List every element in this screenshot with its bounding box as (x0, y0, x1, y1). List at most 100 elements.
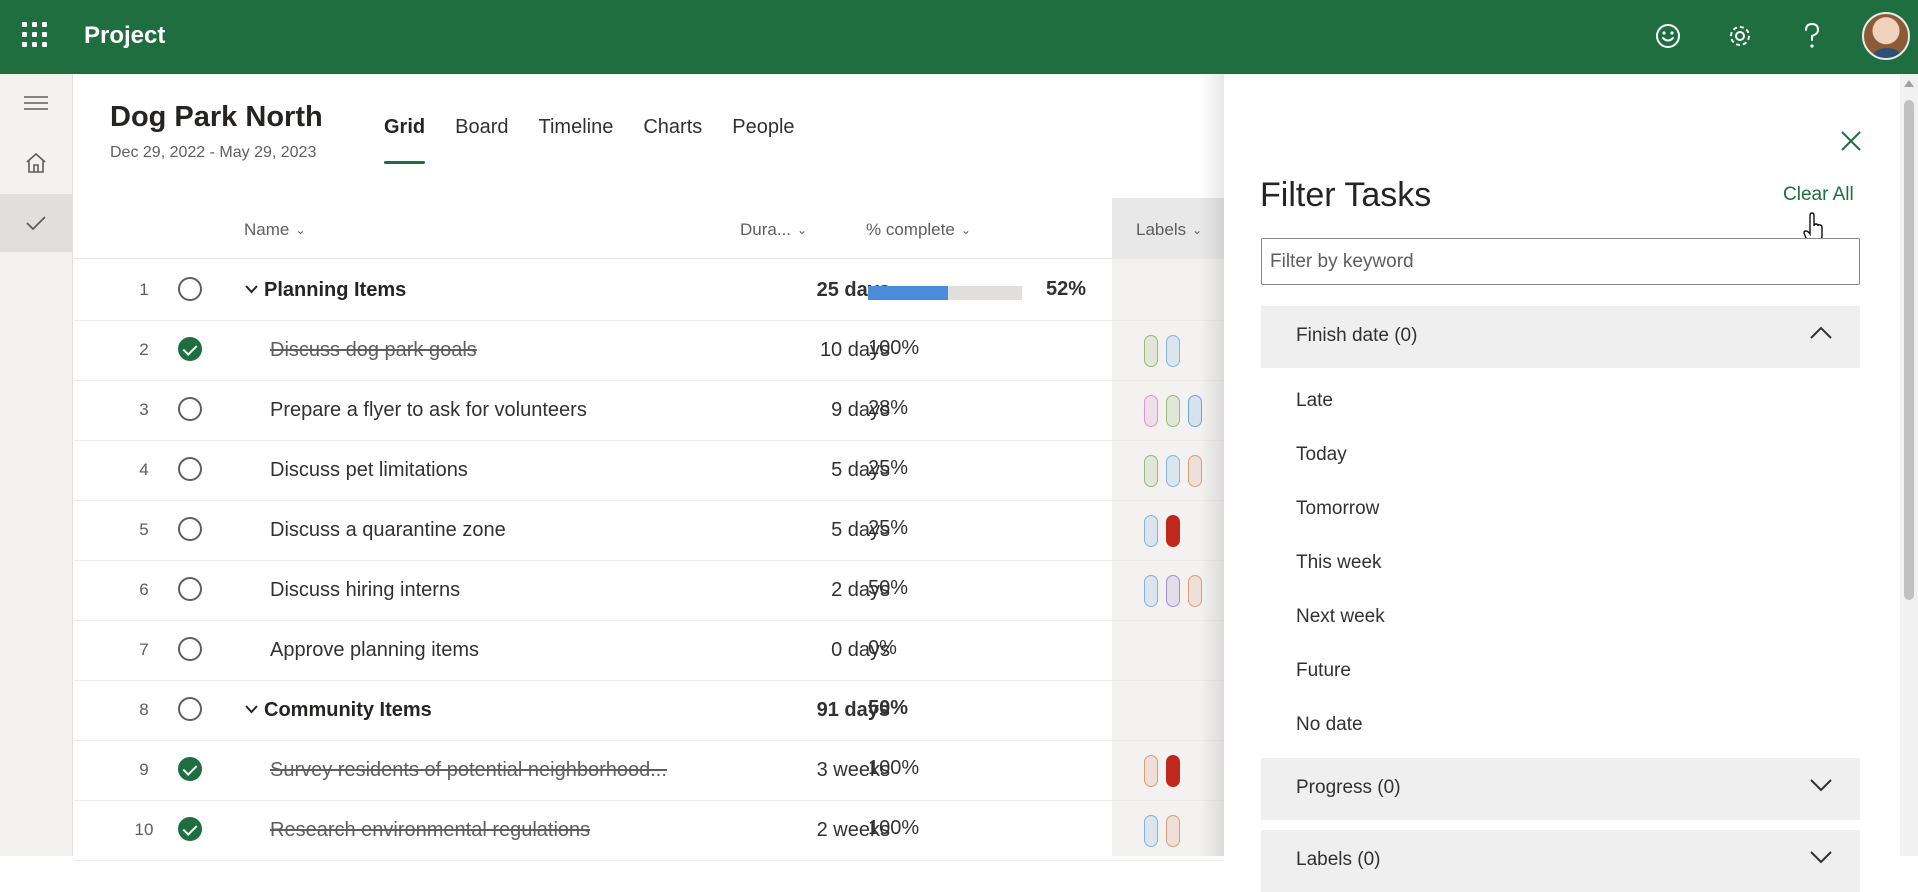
table-row[interactable]: 10 Research environmental regulations 2 we… (74, 800, 1224, 861)
column-header-name[interactable]: Name ⌄ (244, 220, 305, 240)
scroll-thumb[interactable] (1904, 100, 1914, 600)
scroll-up-icon[interactable] (1904, 80, 1914, 87)
table-row[interactable]: 6 Discuss hiring interns 2 days 50% (74, 560, 1224, 621)
task-duration[interactable]: 5 days (694, 519, 890, 542)
task-duration[interactable]: 0 days (694, 639, 890, 662)
progress-section[interactable]: Progress (0) (1261, 758, 1860, 820)
help-icon[interactable] (1796, 20, 1828, 52)
tab-timeline[interactable]: Timeline (539, 116, 614, 164)
task-labels[interactable] (1144, 335, 1180, 367)
task-labels[interactable] (1144, 395, 1202, 427)
gear-icon[interactable] (1724, 20, 1756, 52)
filter-option-late[interactable]: Late (1296, 390, 1333, 412)
panel-shadow (1200, 74, 1226, 856)
table-row[interactable]: 8 Community Items 91 days 50% (74, 680, 1224, 741)
task-percent[interactable]: 25% (868, 517, 908, 540)
task-name[interactable]: Approve planning items (270, 639, 479, 662)
column-header-labels[interactable]: Labels ⌄ (1136, 220, 1202, 240)
task-complete-checkbox[interactable] (178, 457, 202, 481)
task-labels[interactable] (1144, 755, 1180, 787)
chevron-down-icon[interactable] (245, 282, 258, 297)
home-icon[interactable] (0, 134, 72, 192)
task-percent: 52% (1046, 278, 1087, 300)
task-complete-checkbox[interactable] (178, 277, 202, 301)
table-row[interactable]: 5 Discuss a quarantine zone 5 days 25% (74, 500, 1224, 561)
task-percent[interactable]: 50% (868, 577, 908, 600)
task-duration[interactable]: 9 days (694, 399, 890, 422)
filter-title: Filter Tasks (1260, 176, 1432, 214)
task-complete-checkbox[interactable] (178, 637, 202, 661)
filter-option-today[interactable]: Today (1296, 444, 1347, 466)
task-labels[interactable] (1144, 815, 1180, 847)
app-title[interactable]: Project (84, 22, 165, 50)
task-duration[interactable]: 3 weeks (694, 759, 890, 782)
table-row[interactable]: 2 Discuss dog park goals 10 days 100% (74, 320, 1224, 381)
summary-task-name[interactable]: Planning Items (245, 279, 406, 302)
tab-charts[interactable]: Charts (643, 116, 702, 164)
close-icon[interactable] (1840, 130, 1870, 160)
task-percent[interactable]: 25% (868, 457, 908, 480)
task-duration[interactable]: 10 days (694, 339, 890, 362)
task-percent[interactable]: 100% (868, 817, 919, 840)
task-complete-checkbox[interactable] (178, 817, 202, 841)
task-name[interactable]: Discuss dog park goals (270, 339, 477, 362)
smiley-icon[interactable] (1652, 20, 1684, 52)
filter-option-next-week[interactable]: Next week (1296, 606, 1385, 628)
avatar[interactable] (1862, 12, 1910, 60)
task-complete-checkbox[interactable] (178, 397, 202, 421)
filter-option-future[interactable]: Future (1296, 660, 1351, 682)
filter-keyword-input[interactable] (1261, 238, 1860, 285)
grid-header: Name ⌄ Dura... ⌄ % complete ⌄ Labels ⌄ (74, 200, 1224, 259)
task-name[interactable]: Research environmental regulations (270, 819, 590, 842)
column-header-percent[interactable]: % complete ⌄ (866, 220, 971, 240)
task-percent[interactable]: 100% (868, 337, 919, 360)
task-name[interactable]: Discuss a quarantine zone (270, 519, 506, 542)
checkmark-icon[interactable] (0, 194, 72, 252)
left-rail (0, 74, 73, 856)
app-launcher-icon[interactable] (22, 22, 48, 48)
task-percent[interactable]: 28% (868, 397, 908, 420)
filter-option-no-date[interactable]: No date (1296, 714, 1363, 736)
tab-grid[interactable]: Grid (384, 116, 426, 164)
task-percent[interactable]: 100% (868, 757, 919, 780)
table-row[interactable]: 1 Planning Items 25 days 52% (74, 260, 1224, 321)
task-duration[interactable]: 91 days (694, 699, 890, 722)
scrollbar[interactable] (1900, 74, 1918, 856)
table-row[interactable]: 4 Discuss pet limitations 5 days 25% (74, 440, 1224, 501)
tab-people[interactable]: People (732, 116, 794, 164)
table-row[interactable]: 7 Approve planning items 0 days 0% (74, 620, 1224, 681)
task-labels[interactable] (1144, 515, 1180, 547)
tab-board[interactable]: Board (455, 116, 508, 164)
labels-section[interactable]: Labels (0) (1261, 830, 1860, 892)
table-row[interactable]: 9 Survey residents of potential neighborh… (74, 740, 1224, 801)
task-duration[interactable]: 2 weeks (694, 819, 890, 842)
task-complete-checkbox[interactable] (178, 757, 202, 781)
chevron-down-icon: ⌄ (797, 223, 808, 237)
clear-all-link[interactable]: Clear All (1783, 184, 1854, 206)
task-duration[interactable]: 5 days (694, 459, 890, 482)
summary-task-name[interactable]: Community Items (245, 699, 432, 722)
task-name[interactable]: Survey residents of potential neighborho… (270, 759, 667, 782)
task-complete-checkbox[interactable] (178, 697, 202, 721)
task-name[interactable]: Discuss pet limitations (270, 459, 468, 482)
task-complete-checkbox[interactable] (178, 577, 202, 601)
task-percent[interactable]: 50% (868, 697, 908, 720)
column-header-duration[interactable]: Dura... ⌄ (740, 220, 807, 240)
table-row[interactable]: 3 Prepare a flyer to ask for volunteers 9 … (74, 380, 1224, 441)
task-labels[interactable] (1144, 575, 1202, 607)
task-duration[interactable]: 2 days (694, 579, 890, 602)
finish-date-section[interactable]: Finish date (0) (1261, 306, 1860, 368)
task-name[interactable]: Prepare a flyer to ask for volunteers (270, 399, 587, 422)
chevron-down-icon[interactable] (245, 702, 258, 717)
task-complete-checkbox[interactable] (178, 517, 202, 541)
task-complete-checkbox[interactable] (178, 337, 202, 361)
filter-option-this-week[interactable]: This week (1296, 552, 1382, 574)
task-percent[interactable]: 0% (868, 637, 897, 660)
task-name[interactable]: Discuss hiring interns (270, 579, 460, 602)
task-name-text: Survey residents of potential neighborho… (270, 759, 667, 781)
top-bar: Project (0, 0, 1918, 74)
filter-option-tomorrow[interactable]: Tomorrow (1296, 498, 1379, 520)
task-labels[interactable] (1144, 455, 1202, 487)
hamburger-icon[interactable] (0, 74, 72, 132)
task-duration[interactable]: 25 days (694, 279, 890, 302)
